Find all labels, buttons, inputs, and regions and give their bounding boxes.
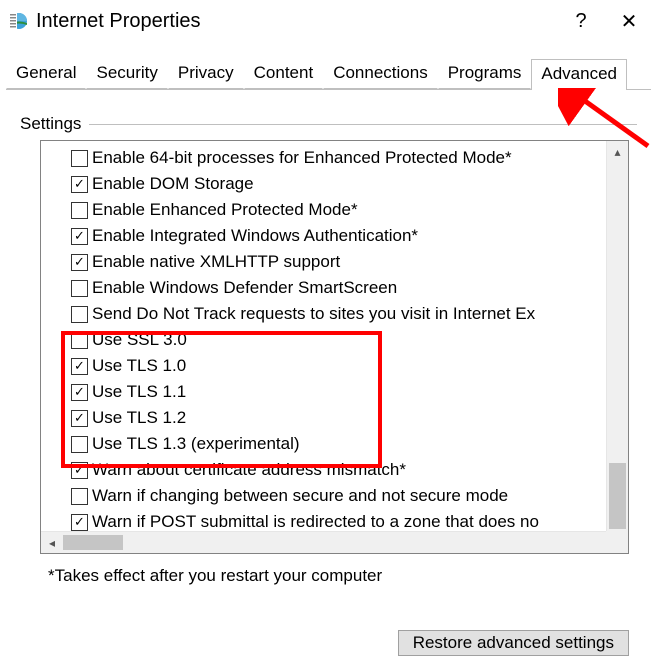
settings-item-label: Use SSL 3.0 [92, 328, 187, 352]
title-bar: Internet Properties ? ✕ [0, 0, 657, 42]
checkbox-icon[interactable] [71, 436, 88, 453]
checkbox-icon[interactable] [71, 280, 88, 297]
app-icon [8, 10, 30, 32]
settings-item[interactable]: ✓Use TLS 1.1 [41, 379, 628, 405]
settings-item[interactable]: Enable 64-bit processes for Enhanced Pro… [41, 145, 628, 171]
settings-item[interactable]: Use TLS 1.3 (experimental) [41, 431, 628, 457]
checkbox-icon[interactable]: ✓ [71, 410, 88, 427]
settings-item[interactable]: ✓Enable Integrated Windows Authenticatio… [41, 223, 628, 249]
checkbox-icon[interactable]: ✓ [71, 254, 88, 271]
checkbox-icon[interactable]: ✓ [71, 462, 88, 479]
settings-label-text: Settings [20, 114, 81, 134]
settings-item[interactable]: ✓Enable native XMLHTTP support [41, 249, 628, 275]
settings-item-label: Enable Integrated Windows Authentication… [92, 224, 418, 248]
settings-item[interactable]: ✓Use TLS 1.0 [41, 353, 628, 379]
checkbox-icon[interactable]: ✓ [71, 358, 88, 375]
settings-item-label: Enable Enhanced Protected Mode* [92, 198, 358, 222]
checkbox-icon[interactable]: ✓ [71, 514, 88, 531]
settings-item[interactable]: ✓Use TLS 1.2 [41, 405, 628, 431]
vscroll-thumb[interactable] [609, 463, 626, 529]
settings-item-label: Send Do Not Track requests to sites you … [92, 302, 535, 326]
settings-item[interactable]: ✓Enable DOM Storage [41, 171, 628, 197]
checkbox-icon[interactable]: ✓ [71, 228, 88, 245]
settings-item[interactable]: Use SSL 3.0 [41, 327, 628, 353]
divider [89, 124, 637, 125]
settings-item-label: Use TLS 1.3 (experimental) [92, 432, 300, 456]
tab-advanced[interactable]: Advanced [531, 59, 627, 90]
scroll-left-icon[interactable]: ◂ [41, 532, 63, 553]
checkbox-icon[interactable] [71, 202, 88, 219]
settings-item[interactable]: Send Do Not Track requests to sites you … [41, 301, 628, 327]
tab-connections[interactable]: Connections [323, 58, 438, 89]
settings-listbox[interactable]: Enable 64-bit processes for Enhanced Pro… [40, 140, 629, 554]
checkbox-icon[interactable]: ✓ [71, 176, 88, 193]
footnote-text: *Takes effect after you restart your com… [20, 554, 637, 586]
settings-list-inner: Enable 64-bit processes for Enhanced Pro… [41, 141, 628, 531]
settings-item-label: Warn if changing between secure and not … [92, 484, 508, 508]
window-title: Internet Properties [30, 10, 557, 33]
settings-item[interactable]: ✓Warn about certificate address mismatch… [41, 457, 628, 483]
vertical-scrollbar[interactable]: ▴ ▾ [606, 141, 628, 531]
tab-privacy[interactable]: Privacy [168, 58, 244, 89]
checkbox-icon[interactable] [71, 150, 88, 167]
settings-item-label: Use TLS 1.0 [92, 354, 186, 378]
scroll-corner [606, 531, 628, 553]
settings-item-label: Use TLS 1.2 [92, 406, 186, 430]
tab-programs[interactable]: Programs [438, 58, 532, 89]
settings-item[interactable]: Warn if changing between secure and not … [41, 483, 628, 509]
settings-item-label: Enable 64-bit processes for Enhanced Pro… [92, 146, 512, 170]
settings-item[interactable]: Enable Windows Defender SmartScreen [41, 275, 628, 301]
checkbox-icon[interactable] [71, 306, 88, 323]
checkbox-icon[interactable] [71, 488, 88, 505]
settings-group-label: Settings [20, 114, 637, 134]
vscroll-track[interactable] [607, 163, 628, 509]
hscroll-thumb[interactable] [63, 535, 123, 550]
settings-item[interactable]: Enable Enhanced Protected Mode* [41, 197, 628, 223]
scroll-up-icon[interactable]: ▴ [607, 141, 628, 163]
tab-general[interactable]: General [6, 58, 86, 89]
tab-security[interactable]: Security [86, 58, 167, 89]
settings-item-label: Use TLS 1.1 [92, 380, 186, 404]
settings-item-label: Enable native XMLHTTP support [92, 250, 340, 274]
settings-item-label: Warn about certificate address mismatch* [92, 458, 406, 482]
checkbox-icon[interactable] [71, 332, 88, 349]
settings-item-label: Enable DOM Storage [92, 172, 254, 196]
tab-content[interactable]: Content [244, 58, 324, 89]
close-button[interactable]: ✕ [605, 0, 653, 42]
help-button[interactable]: ? [557, 0, 605, 42]
hscroll-track[interactable] [63, 532, 606, 553]
horizontal-scrollbar[interactable]: ◂ ▸ [41, 531, 628, 553]
restore-defaults-button[interactable]: Restore advanced settings [398, 630, 629, 656]
checkbox-icon[interactable]: ✓ [71, 384, 88, 401]
tab-bar: GeneralSecurityPrivacyContentConnections… [6, 58, 651, 90]
settings-item-label: Enable Windows Defender SmartScreen [92, 276, 397, 300]
advanced-panel: Settings Enable 64-bit processes for Enh… [0, 90, 657, 586]
